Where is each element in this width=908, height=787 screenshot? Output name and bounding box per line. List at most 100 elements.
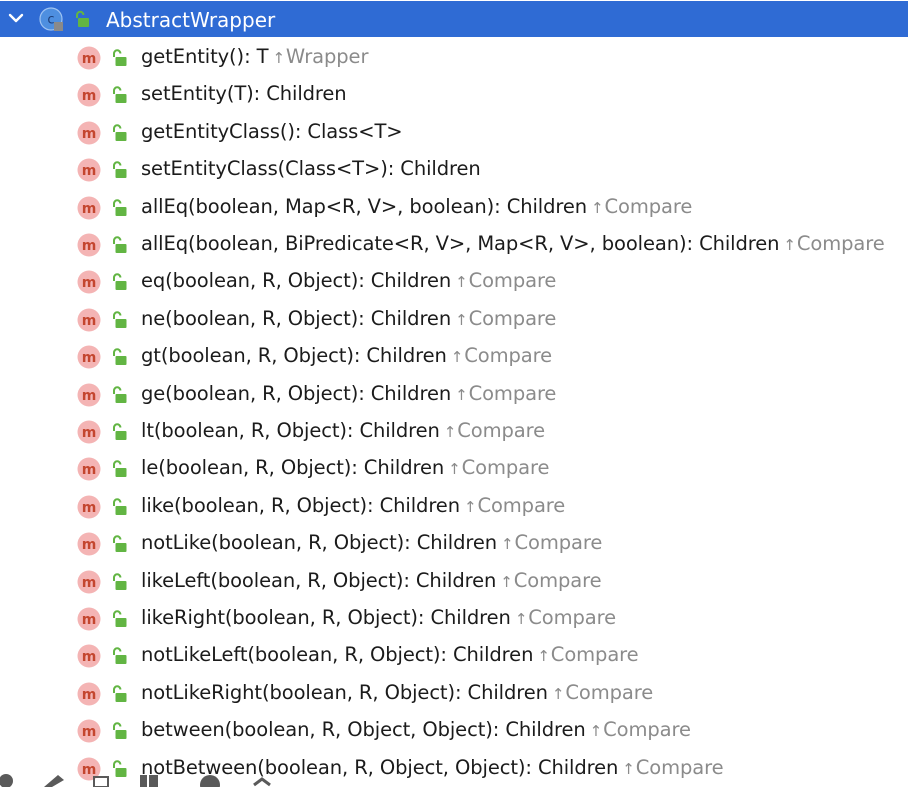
unlock-icon bbox=[76, 10, 89, 27]
arrow-up-icon: ↑ bbox=[622, 759, 635, 778]
override-source: Compare bbox=[635, 755, 724, 779]
method-signature: allEq(boolean, BiPredicate<R, V>, Map<R,… bbox=[141, 232, 885, 257]
expand-icon[interactable] bbox=[93, 776, 109, 787]
method-signature-text: ge(boolean, R, Object): Children bbox=[141, 381, 452, 405]
method-letter: m bbox=[82, 126, 97, 142]
method-node-16[interactable]: m notLikeLeft(boolean, R, Object): Child… bbox=[0, 637, 908, 674]
arrow-up-icon: ↑ bbox=[443, 423, 457, 441]
method-node-0[interactable]: m getEntity(): T ↑Wrapper bbox=[0, 39, 908, 76]
arrow-up-icon: ↑ bbox=[455, 310, 468, 329]
method-node-12[interactable]: m like(boolean, R, Object): Children ↑Com… bbox=[0, 488, 908, 525]
override-source: Compare bbox=[514, 531, 603, 555]
override-marker: ↑Compare bbox=[618, 756, 723, 779]
method-signature: between(boolean, R, Object, Object): Chi… bbox=[141, 718, 691, 743]
method-node-11[interactable]: m le(boolean, R, Object): Children ↑Compa… bbox=[0, 450, 908, 487]
method-signature: like(boolean, R, Object): Children ↑Compa… bbox=[141, 494, 565, 519]
override-source: Compare bbox=[468, 381, 557, 405]
method-signature: notLike(boolean, R, Object): Children ↑Co… bbox=[141, 531, 602, 556]
circle-icon[interactable] bbox=[200, 775, 220, 787]
method-icon: m bbox=[77, 420, 101, 444]
method-signature: gt(boolean, R, Object): Children ↑Compare bbox=[141, 344, 552, 369]
method-signature-text: setEntityClass(Class<T>): Children bbox=[141, 157, 481, 181]
method-node-4[interactable]: m allEq(boolean, Map<R, V>, boolean): Ch… bbox=[0, 189, 908, 226]
method-letter: m bbox=[82, 724, 97, 740]
method-node-10[interactable]: m lt(boolean, R, Object): Children ↑Compa… bbox=[0, 413, 908, 450]
method-letter: m bbox=[82, 51, 97, 67]
method-letter: m bbox=[82, 388, 97, 404]
chevron-down-icon[interactable] bbox=[6, 10, 26, 28]
method-signature-text: likeLeft(boolean, R, Object): Children bbox=[141, 568, 497, 592]
override-marker: ↑Compare bbox=[496, 569, 601, 592]
checkmark-icon[interactable] bbox=[253, 777, 271, 787]
method-signature: getEntityClass(): Class<T> bbox=[141, 120, 403, 144]
unlock-icon bbox=[113, 348, 127, 366]
override-source: Wrapper bbox=[285, 45, 369, 68]
method-node-13[interactable]: m notLike(boolean, R, Object): Children ↑… bbox=[0, 525, 908, 562]
pencil-icon[interactable] bbox=[44, 775, 64, 787]
arrow-up-icon: ↑ bbox=[501, 535, 514, 554]
method-signature: eq(boolean, R, Object): Children ↑Compare bbox=[141, 269, 556, 294]
arrow-up-icon: ↑ bbox=[537, 647, 550, 666]
method-node-14[interactable]: m likeLeft(boolean, R, Object): Children… bbox=[0, 563, 908, 600]
method-letter: m bbox=[82, 350, 97, 366]
method-signature-text: le(boolean, R, Object): Children bbox=[141, 456, 445, 480]
arrow-up-icon: ↑ bbox=[450, 348, 464, 367]
override-marker: ↑Compare bbox=[511, 606, 616, 629]
method-icon: m bbox=[77, 196, 101, 220]
arrow-up-icon: ↑ bbox=[272, 49, 285, 67]
method-icon: m bbox=[77, 46, 101, 70]
method-signature-text: like(boolean, R, Object): Children bbox=[141, 493, 460, 517]
method-node-2[interactable]: m getEntityClass(): Class<T> bbox=[0, 114, 908, 151]
method-signature: ne(boolean, R, Object): Children ↑Compare bbox=[141, 307, 556, 332]
method-icon: m bbox=[77, 457, 101, 481]
method-signature-text: getEntityClass(): Class<T> bbox=[141, 119, 403, 143]
arrow-up-icon: ↑ bbox=[514, 610, 528, 628]
method-signature-text: setEntity(T): Children bbox=[141, 82, 347, 106]
override-marker: ↑Compare bbox=[497, 531, 602, 554]
method-signature: notLikeRight(boolean, R, Object): Childr… bbox=[141, 681, 653, 706]
wrench-icon[interactable] bbox=[0, 774, 13, 787]
arrow-up-icon: ↑ bbox=[455, 385, 468, 404]
method-letter: m bbox=[82, 612, 97, 628]
method-node-8[interactable]: m gt(boolean, R, Object): Children ↑Compa… bbox=[0, 338, 908, 375]
class-title: AbstractWrapper bbox=[106, 8, 276, 32]
method-node-3[interactable]: m setEntityClass(Class<T>): Children bbox=[0, 151, 908, 188]
method-node-6[interactable]: m eq(boolean, R, Object): Children ↑Compa… bbox=[0, 263, 908, 300]
method-signature-text: eq(boolean, R, Object): Children bbox=[141, 269, 452, 293]
class-node-abstractwrapper[interactable]: c AbstractWrapper bbox=[0, 1, 908, 37]
method-icon: m bbox=[77, 682, 101, 706]
method-letter: m bbox=[82, 537, 97, 553]
method-signature-text: between(boolean, R, Object, Object): Chi… bbox=[141, 718, 586, 742]
method-node-1[interactable]: m setEntity(T): Children bbox=[0, 76, 908, 113]
columns-icon[interactable] bbox=[140, 775, 158, 787]
method-signature-text: allEq(boolean, BiPredicate<R, V>, Map<R,… bbox=[141, 232, 780, 255]
method-signature-text: getEntity(): T bbox=[141, 45, 269, 68]
method-icon: m bbox=[77, 83, 101, 107]
method-icon: m bbox=[77, 383, 101, 407]
method-node-15[interactable]: m likeRight(boolean, R, Object): Childre… bbox=[0, 600, 908, 637]
override-source: Compare bbox=[464, 344, 552, 368]
method-signature: allEq(boolean, Map<R, V>, boolean): Chil… bbox=[141, 195, 692, 220]
method-signature-text: lt(boolean, R, Object): Children bbox=[141, 419, 440, 442]
method-node-7[interactable]: m ne(boolean, R, Object): Children ↑Compa… bbox=[0, 301, 908, 338]
unlock-icon bbox=[113, 535, 127, 553]
method-icon: m bbox=[77, 719, 101, 743]
method-node-9[interactable]: m ge(boolean, R, Object): Children ↑Compa… bbox=[0, 376, 908, 413]
unlock-icon bbox=[113, 273, 127, 291]
override-source: Compare bbox=[461, 456, 550, 480]
method-node-17[interactable]: m notLikeRight(boolean, R, Object): Chil… bbox=[0, 675, 908, 712]
unlock-icon bbox=[113, 685, 127, 702]
arrow-up-icon: ↑ bbox=[783, 236, 796, 254]
method-letter: m bbox=[82, 575, 97, 591]
override-marker: ↑Compare bbox=[586, 718, 691, 741]
method-letter: m bbox=[82, 201, 97, 217]
method-letter: m bbox=[82, 88, 97, 104]
arrow-up-icon: ↑ bbox=[448, 460, 461, 479]
override-marker: ↑Compare bbox=[447, 344, 552, 367]
method-node-18[interactable]: m between(boolean, R, Object, Object): C… bbox=[0, 712, 908, 749]
method-icon: m bbox=[77, 495, 101, 519]
method-signature: notLikeLeft(boolean, R, Object): Childre… bbox=[141, 643, 639, 668]
method-node-5[interactable]: m allEq(boolean, BiPredicate<R, V>, Map<… bbox=[0, 226, 908, 263]
method-signature-text: gt(boolean, R, Object): Children bbox=[141, 344, 447, 368]
arrow-up-icon: ↑ bbox=[463, 497, 477, 516]
